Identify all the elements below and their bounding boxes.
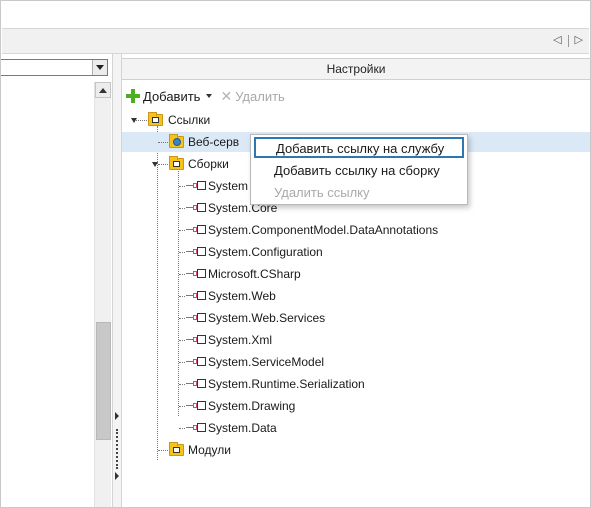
folder-icon bbox=[169, 442, 184, 456]
menu-item-add-assembly-reference[interactable]: Добавить ссылку на сборку bbox=[254, 161, 464, 182]
add-dropdown-caret-icon[interactable] bbox=[206, 94, 213, 98]
combo-dropdown-button[interactable] bbox=[92, 60, 107, 75]
top-bar bbox=[2, 2, 589, 28]
chevron-down-icon bbox=[96, 65, 104, 70]
remove-button[interactable]: ✕ Удалить bbox=[220, 88, 284, 105]
tree-node-label: Модули bbox=[188, 443, 231, 457]
reference-icon bbox=[186, 423, 207, 433]
assembly-item[interactable]: System.Drawing bbox=[122, 396, 590, 416]
splitter-grip[interactable] bbox=[116, 429, 118, 469]
assembly-item[interactable]: System.Configuration bbox=[122, 242, 590, 262]
tree-connector bbox=[179, 252, 185, 253]
reference-icon bbox=[186, 291, 207, 301]
assembly-name: System.Web bbox=[208, 289, 276, 303]
scroll-up-button[interactable] bbox=[95, 82, 111, 98]
tree-connector bbox=[179, 428, 185, 429]
assembly-name: System.ComponentModel.DataAnnotations bbox=[208, 223, 439, 237]
reference-icon bbox=[186, 401, 207, 411]
reference-icon bbox=[186, 335, 207, 345]
tree-node-modules[interactable]: Модули bbox=[122, 440, 590, 460]
tree-connector bbox=[158, 164, 168, 165]
plus-icon bbox=[126, 89, 140, 103]
tree-node-references[interactable]: Ссылки bbox=[122, 110, 590, 130]
assembly-name: System.Xml bbox=[208, 333, 273, 347]
remove-button-label: Удалить bbox=[235, 88, 285, 104]
web-service-folder-icon bbox=[169, 134, 184, 148]
assembly-name: System.Data bbox=[208, 421, 277, 435]
assembly-item[interactable]: Microsoft.CSharp bbox=[122, 264, 590, 284]
assembly-name: System.ServiceModel bbox=[208, 355, 325, 369]
settings-panel: Настройки Добавить ✕ Удалить Ссылки Веб-… bbox=[122, 54, 590, 507]
arrow-up-icon bbox=[99, 87, 107, 93]
tab-strip: ◁ ▷ bbox=[2, 28, 589, 54]
folder-icon bbox=[169, 156, 184, 170]
panel-title: Настройки bbox=[122, 58, 590, 80]
left-panel bbox=[1, 54, 113, 507]
tree-connector bbox=[179, 296, 185, 297]
reference-icon bbox=[186, 181, 207, 191]
toolbar: Добавить ✕ Удалить bbox=[126, 86, 285, 106]
arrow-right-icon[interactable] bbox=[115, 472, 119, 480]
assembly-name: System.Drawing bbox=[208, 399, 296, 413]
tree-connector bbox=[179, 274, 185, 275]
scroll-thumb[interactable] bbox=[96, 322, 111, 440]
assembly-item[interactable]: System.Data bbox=[122, 418, 590, 438]
reference-icon bbox=[186, 225, 207, 235]
tree-connector bbox=[179, 362, 185, 363]
tree-connector bbox=[158, 450, 168, 451]
reference-icon bbox=[186, 269, 207, 279]
assembly-name: System.Runtime.Serialization bbox=[208, 377, 365, 391]
assembly-item[interactable]: System.Web bbox=[122, 286, 590, 306]
tree-connector bbox=[179, 384, 185, 385]
assembly-name: System bbox=[208, 179, 249, 193]
folder-icon bbox=[148, 112, 163, 126]
assembly-name: Microsoft.CSharp bbox=[208, 267, 301, 281]
reference-icon bbox=[186, 203, 207, 213]
tree-connector bbox=[179, 186, 185, 187]
tree-node-label: Сборки bbox=[188, 157, 229, 171]
separator bbox=[567, 35, 569, 47]
tree-connector bbox=[158, 142, 168, 143]
tree-connector bbox=[179, 318, 185, 319]
reference-icon bbox=[186, 247, 207, 257]
assembly-name: System.Web.Services bbox=[208, 311, 326, 325]
assembly-item[interactable]: System.ComponentModel.DataAnnotations bbox=[122, 220, 590, 240]
panel-splitter[interactable] bbox=[113, 54, 122, 507]
add-button[interactable]: Добавить bbox=[126, 89, 200, 104]
left-vertical-scrollbar[interactable] bbox=[94, 82, 111, 507]
assembly-item[interactable]: System.Xml bbox=[122, 330, 590, 350]
left-combobox[interactable] bbox=[1, 59, 108, 76]
reference-icon bbox=[186, 357, 207, 367]
assembly-item[interactable]: System.ServiceModel bbox=[122, 352, 590, 372]
arrow-right-icon[interactable] bbox=[115, 412, 119, 420]
tree-connector bbox=[179, 340, 185, 341]
window: ◁ ▷ Настройки Добавить ✕ Удалить Ссылки … bbox=[0, 0, 591, 508]
assembly-item[interactable]: System.Web.Services bbox=[122, 308, 590, 328]
menu-item-add-service-reference[interactable]: Добавить ссылку на службу bbox=[254, 137, 464, 158]
tree-connector bbox=[179, 208, 185, 209]
chevron-right-icon[interactable]: ▷ bbox=[575, 33, 583, 47]
close-icon: ✕ bbox=[220, 87, 233, 104]
tree-connector bbox=[179, 406, 185, 407]
assembly-name: System.Configuration bbox=[208, 245, 323, 259]
reference-icon bbox=[186, 313, 207, 323]
tree-node-label: Веб-серв bbox=[188, 135, 240, 149]
chevron-left-icon[interactable]: ◁ bbox=[553, 33, 561, 47]
tree-connector bbox=[179, 230, 185, 231]
tree-node-label: Ссылки bbox=[168, 113, 211, 127]
reference-icon bbox=[186, 379, 207, 389]
tree-connector bbox=[136, 120, 147, 121]
context-menu: Добавить ссылку на службу Добавить ссылк… bbox=[250, 134, 468, 205]
add-button-label: Добавить bbox=[143, 88, 201, 104]
menu-item-remove-reference[interactable]: Удалить ссылку bbox=[254, 183, 464, 204]
assembly-item[interactable]: System.Runtime.Serialization bbox=[122, 374, 590, 394]
tab-nav-arrows: ◁ ▷ bbox=[553, 33, 583, 47]
